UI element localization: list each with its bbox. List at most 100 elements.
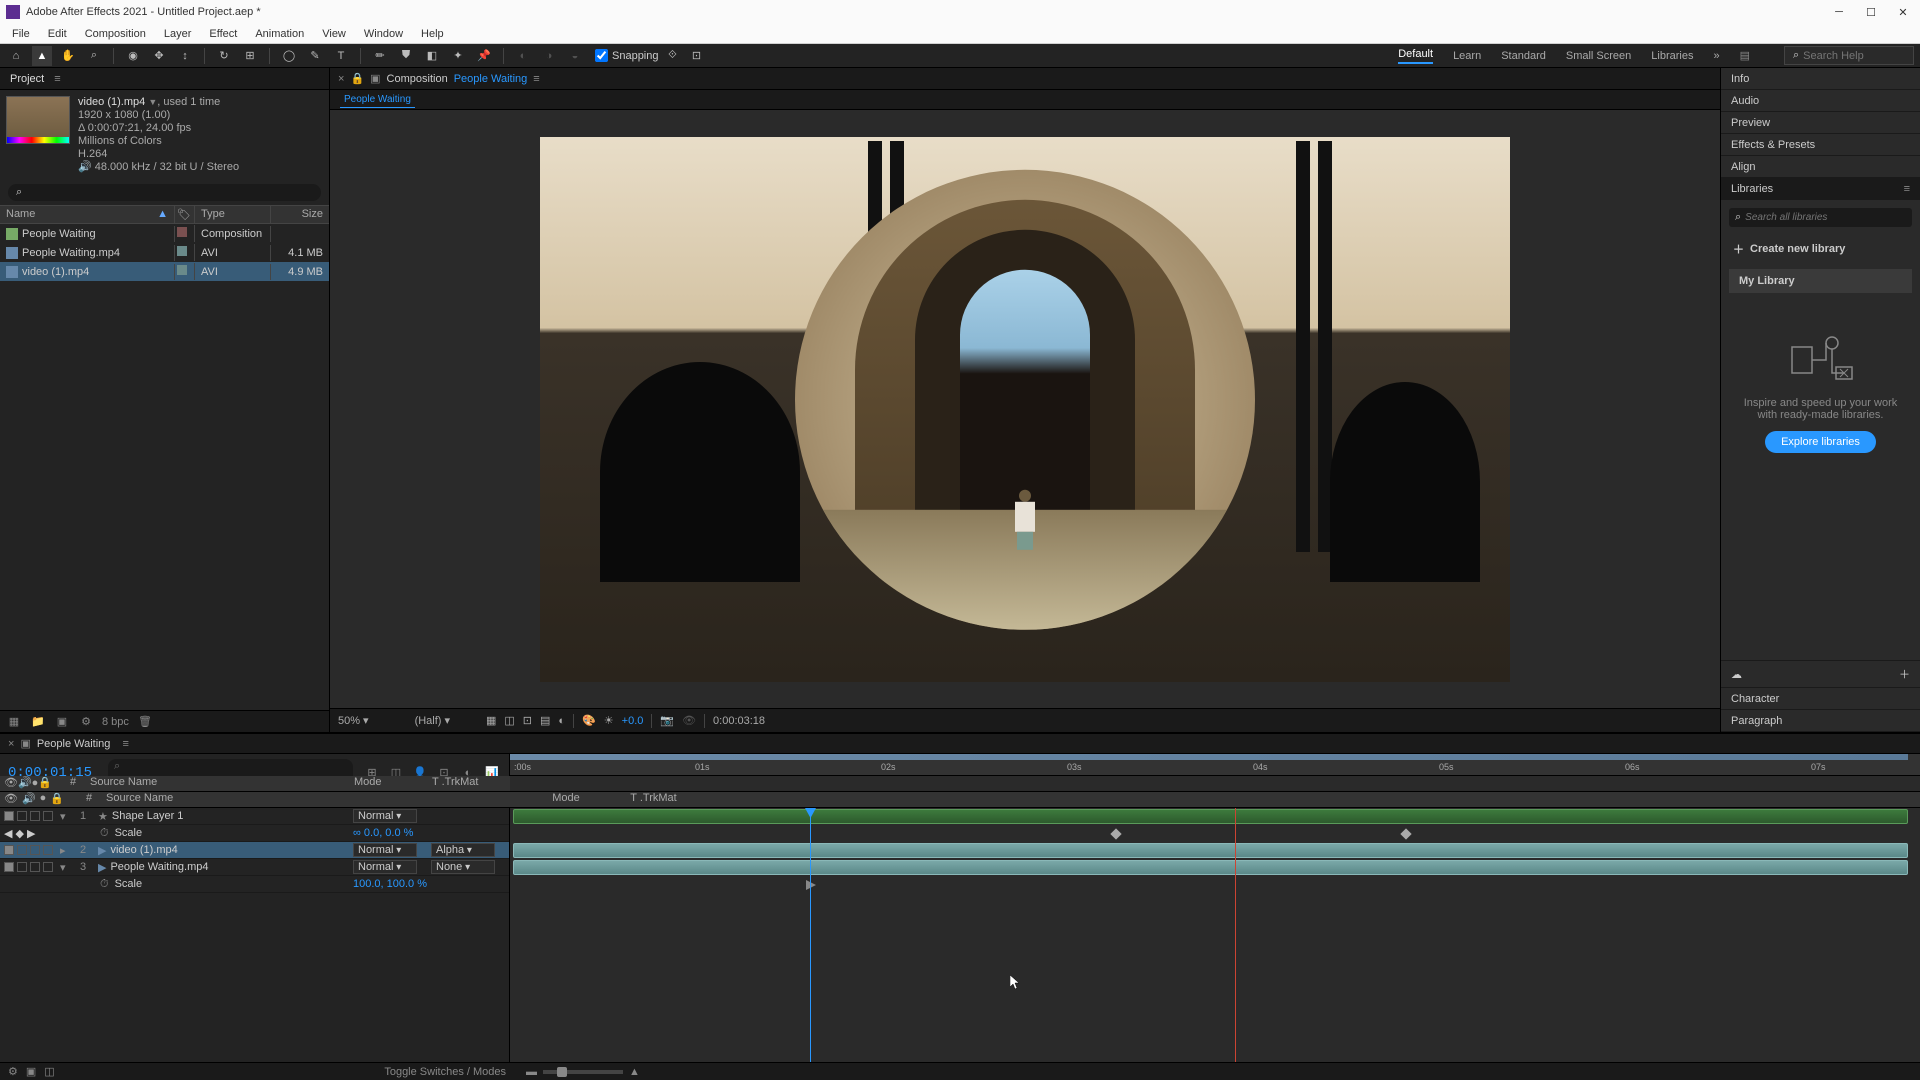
snap-option-2[interactable]: ⊡ [687, 46, 707, 66]
next-keyframe[interactable]: ▶ [27, 827, 35, 840]
reset-exposure[interactable]: ☀ [604, 714, 614, 727]
workspace-learn[interactable]: Learn [1453, 50, 1481, 62]
menu-animation[interactable]: Animation [247, 26, 312, 42]
my-library-item[interactable]: My Library [1729, 269, 1912, 293]
col-label-header[interactable]: 🏷 [175, 206, 195, 223]
layer-row-shape[interactable]: ▾ 1 ★Shape Layer 1 Normal ▾ [0, 808, 509, 825]
render-toggle-icon[interactable]: ⚙ [8, 1065, 18, 1078]
track-bar-video2[interactable] [513, 860, 1908, 875]
paragraph-panel-tab[interactable]: Paragraph [1721, 710, 1920, 732]
workspace-small-screen[interactable]: Small Screen [1566, 50, 1631, 62]
project-tab[interactable]: Project ≡ [0, 68, 329, 90]
search-help-field[interactable]: ⌕ [1784, 46, 1914, 65]
time-ruler[interactable]: :00s 01s 02s 03s 04s 05s 06s 07s [510, 754, 1920, 776]
property-scale[interactable]: ◀◆▶ ⏱ Scale ∞ 0.0, 0.0 % [0, 825, 509, 842]
composition-viewer[interactable] [330, 110, 1720, 708]
blend-mode-select[interactable]: Normal ▾ [353, 809, 417, 823]
libraries-search-input[interactable] [1745, 212, 1906, 223]
puppet-tool[interactable]: 📌 [474, 46, 494, 66]
rectangle-tool[interactable]: ◯ [279, 46, 299, 66]
info-panel-tab[interactable]: Info [1721, 68, 1920, 90]
add-content-icon[interactable]: ＋ [1899, 666, 1910, 682]
menu-edit[interactable]: Edit [40, 26, 75, 42]
col-size-header[interactable]: Size [271, 206, 329, 223]
menu-view[interactable]: View [314, 26, 354, 42]
type-tool[interactable]: T [331, 46, 351, 66]
menu-file[interactable]: File [4, 26, 38, 42]
show-snapshot[interactable]: 👁 [682, 714, 696, 727]
menu-layer[interactable]: Layer [156, 26, 200, 42]
selection-tool[interactable]: ▲ [32, 46, 52, 66]
maximize-button[interactable]: ☐ [1864, 5, 1878, 19]
snapping-checkbox[interactable] [595, 49, 608, 62]
col-name-header[interactable]: Name ▲ [0, 206, 175, 223]
tab-menu-icon[interactable]: ≡ [122, 738, 128, 750]
toggle-transparency[interactable]: ▦ [486, 714, 496, 727]
layer-row-video1[interactable]: ▸ 2 ▶video (1).mp4 Normal ▾ Alpha ▾ [0, 842, 509, 859]
audio-panel-tab[interactable]: Audio [1721, 90, 1920, 112]
twirl-icon[interactable]: ▾ [60, 810, 70, 823]
trkmat-select[interactable]: Alpha ▾ [431, 843, 495, 857]
trkmat-select[interactable]: None ▾ [431, 860, 495, 874]
zoom-dropdown[interactable]: 50% ▾ [338, 714, 369, 727]
workspace-libraries[interactable]: Libraries [1651, 50, 1693, 62]
explore-libraries-button[interactable]: Explore libraries [1765, 431, 1876, 453]
eraser-tool[interactable]: ◧ [422, 46, 442, 66]
pan-tool[interactable]: ✥ [149, 46, 169, 66]
exposure-value[interactable]: +0.0 [622, 715, 644, 727]
toggle-mask[interactable]: ◫ [504, 714, 514, 727]
menu-window[interactable]: Window [356, 26, 411, 42]
comp-tab-menu[interactable]: ≡ [533, 73, 539, 85]
visibility-toggle[interactable] [4, 845, 14, 855]
libraries-search[interactable]: ⌕ [1729, 208, 1912, 227]
bpc-label[interactable]: 8 bpc [102, 716, 129, 728]
brush-tool[interactable]: ✏ [370, 46, 390, 66]
snap-option-1[interactable]: ⟐ [663, 46, 683, 66]
prev-keyframe[interactable]: ◀ [4, 827, 12, 840]
workspace-menu[interactable]: ▤ [1740, 49, 1750, 62]
property-scale-2[interactable]: ⏱ Scale 100.0, 100.0 % [0, 876, 509, 893]
close-button[interactable]: ✕ [1896, 5, 1910, 19]
rotation-tool[interactable]: ↻ [214, 46, 234, 66]
project-settings-icon[interactable]: ⚙ [78, 714, 94, 730]
new-comp-icon[interactable]: ▣ [54, 714, 70, 730]
add-keyframe[interactable]: ◆ [15, 827, 23, 840]
delete-icon[interactable]: 🗑 [137, 714, 153, 730]
minimize-button[interactable]: ─ [1832, 5, 1846, 19]
timeline-tab[interactable]: × ▣ People Waiting ≡ [0, 734, 1920, 754]
layer-row-video2[interactable]: ▾ 3 ▶People Waiting.mp4 Normal ▾ None ▾ [0, 859, 509, 876]
blend-mode-select[interactable]: Normal ▾ [353, 860, 417, 874]
workspace-default[interactable]: Default [1398, 48, 1433, 64]
close-tab-icon[interactable]: × [338, 73, 344, 85]
zoom-out-icon[interactable]: ▬ [526, 1066, 537, 1078]
menu-help[interactable]: Help [413, 26, 452, 42]
toggle-switches-button[interactable]: Toggle Switches / Modes [384, 1066, 506, 1078]
menu-effect[interactable]: Effect [201, 26, 245, 42]
clone-tool[interactable]: ⛊ [396, 46, 416, 66]
orbit-tool[interactable]: ◉ [123, 46, 143, 66]
zoom-slider-thumb[interactable] [557, 1067, 567, 1077]
project-search-input[interactable] [22, 187, 313, 199]
panel-menu-icon[interactable]: ≡ [54, 73, 60, 85]
menu-composition[interactable]: Composition [77, 26, 154, 42]
workspace-more[interactable]: » [1713, 50, 1719, 62]
character-panel-tab[interactable]: Character [1721, 688, 1920, 710]
libraries-panel-tab[interactable]: Libraries ≡ [1721, 178, 1920, 200]
timeline-tracks[interactable] [510, 808, 1920, 1062]
preview-panel-tab[interactable]: Preview [1721, 112, 1920, 134]
channel-controls[interactable]: ◐ [558, 715, 565, 727]
keyframe[interactable] [1400, 828, 1411, 839]
snapshot-icon[interactable]: 📷 [660, 714, 674, 727]
color-mgmt[interactable]: 🎨 [582, 714, 596, 727]
create-library-button[interactable]: ＋ Create new library [1729, 237, 1912, 261]
search-help-input[interactable] [1803, 50, 1920, 62]
roto-tool[interactable]: ✦ [448, 46, 468, 66]
workspace-standard[interactable]: Standard [1501, 50, 1546, 62]
preview-time[interactable]: 0:00:03:18 [713, 715, 765, 727]
col-type-header[interactable]: Type [195, 206, 271, 223]
keyframe[interactable] [1110, 828, 1121, 839]
grid-guides[interactable]: ▤ [540, 714, 550, 727]
breadcrumb-item[interactable]: People Waiting [340, 92, 415, 108]
timeline-zoom-slider[interactable]: ▬ ▲ [518, 1066, 1912, 1078]
align-panel-tab[interactable]: Align [1721, 156, 1920, 178]
